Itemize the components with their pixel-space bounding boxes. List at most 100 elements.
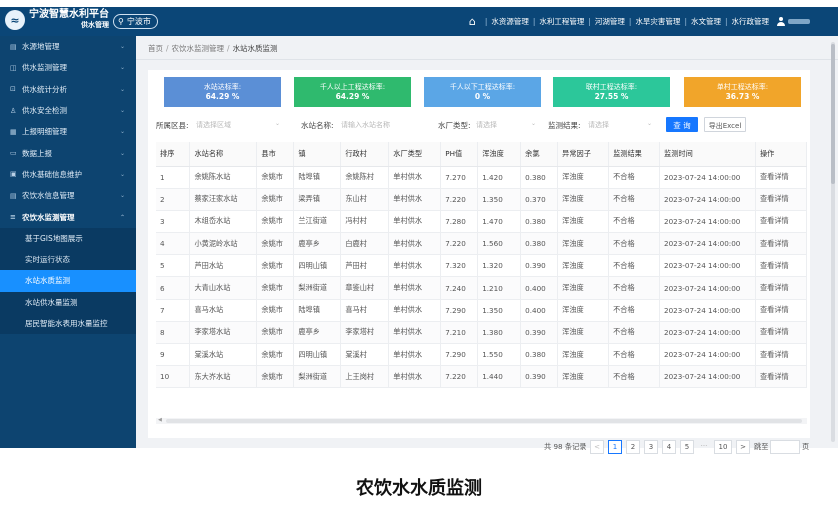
result-select[interactable]: 请选择 ⌄ <box>584 117 656 132</box>
column-header[interactable]: 排序 <box>156 142 191 167</box>
view-details-link[interactable]: 查看详情 <box>755 321 808 345</box>
city-selector[interactable]: ⚲ 宁波市 <box>113 14 158 29</box>
breadcrumb-home[interactable]: 首页 <box>148 44 163 53</box>
column-header[interactable]: PH值 <box>440 142 479 167</box>
column-header[interactable]: 镇 <box>293 142 342 167</box>
table-cell: 李家塔村 <box>340 321 390 345</box>
goto-page-input[interactable] <box>770 440 800 454</box>
table-cell: 芦田水站 <box>189 254 258 278</box>
view-details-link[interactable]: 查看详情 <box>755 188 808 211</box>
content-card: 水站达标率: 64.29 % 千人以上工程达标率: 64.29 % 千人以下工程… <box>148 70 810 454</box>
horizontal-scrollbar-thumb[interactable] <box>166 419 802 423</box>
figure-caption: 农饮水水质监测 <box>356 478 482 499</box>
column-header[interactable]: 县市 <box>256 142 295 167</box>
sidebar-item-rural-water-info[interactable]: ▤ 农饮水信息管理 ⌄ <box>0 185 136 206</box>
table-row: 9 棠溪水站 余姚市 四明山镇 棠溪村 单村供水 7.290 1.550 0.380 浑浊度 不合格… <box>156 343 808 367</box>
vertical-scrollbar-thumb[interactable] <box>831 44 835 184</box>
page-button-10[interactable]: 10 <box>714 440 732 454</box>
stat-card-station-rate: 水站达标率: 64.29 % <box>164 77 281 107</box>
sidebar-item-water-source[interactable]: ▤ 水源地管理 ⌄ <box>0 36 136 57</box>
sidebar-item-supply-statistics[interactable]: ⊡ 供水统计分析 ⌄ <box>0 79 136 100</box>
list-icon: ≡ <box>10 213 16 222</box>
export-excel-button[interactable]: 导出Excel <box>704 117 746 132</box>
area-select[interactable]: 请选择区域 ⌄ <box>192 117 284 132</box>
table-cell: 2023-07-24 14:00:00 <box>659 188 756 211</box>
column-header[interactable]: 浑浊度 <box>477 142 522 167</box>
water-icon: ▤ <box>10 191 17 200</box>
sidebar-subitem-gis-map[interactable]: 基于GIS地图展示 <box>0 227 136 249</box>
sidebar-item-data-upload[interactable]: ▭ 数据上报 ⌄ <box>0 142 136 163</box>
table-cell: 木组岙水站 <box>189 210 258 234</box>
station-name-input[interactable]: 请输入水站名称 <box>337 117 427 132</box>
page-button-5[interactable]: 5 <box>680 440 694 454</box>
view-details-link[interactable]: 查看详情 <box>755 232 808 256</box>
view-details-link[interactable]: 查看详情 <box>755 254 808 278</box>
nav-item-hydrology[interactable]: 水文管理 <box>691 16 721 27</box>
column-header[interactable]: 行政村 <box>340 142 390 167</box>
sidebar-subitem-smart-meter[interactable]: 居民智能水表用水量监控 <box>0 312 136 335</box>
nav-item-rivers-lakes[interactable]: 河湖管理 <box>595 16 625 27</box>
view-details-link[interactable]: 查看详情 <box>755 343 808 367</box>
nav-item-flood-drought[interactable]: 水旱灾害管理 <box>635 16 680 27</box>
nav-divider: | <box>484 17 488 26</box>
table-cell: 7.240 <box>440 276 479 300</box>
result-cell: 不合格 <box>608 188 660 211</box>
sidebar-subitem-realtime-status[interactable]: 实时运行状态 <box>0 248 136 271</box>
sidebar-item-label: 农饮水监测管理 <box>22 212 75 222</box>
column-header[interactable]: 监测时间 <box>659 142 756 167</box>
table-cell: 四明山镇 <box>293 343 342 367</box>
table-cell: 0.380 <box>520 343 559 367</box>
view-details-link[interactable]: 查看详情 <box>755 365 808 389</box>
sidebar-item-basic-info[interactable]: ▣ 供水基础信息维护 ⌄ <box>0 164 136 185</box>
page-button-4[interactable]: 4 <box>662 440 676 454</box>
page-button-2[interactable]: 2 <box>626 440 640 454</box>
column-header[interactable]: 监测结果 <box>608 142 660 167</box>
chevron-down-icon: ⌄ <box>119 192 125 200</box>
sidebar-item-report-details[interactable]: ▦ 上报明细管理 ⌄ <box>0 121 136 142</box>
column-header[interactable]: 余氯 <box>520 142 559 167</box>
stats-row: 水站达标率: 64.29 % 千人以上工程达标率: 64.29 % 千人以下工程… <box>164 77 804 107</box>
page-button-1[interactable]: 1 <box>608 440 622 454</box>
breadcrumb-section[interactable]: 农饮水监测管理 <box>172 44 225 53</box>
query-button[interactable]: 查 询 <box>666 117 698 132</box>
result-cell: 不合格 <box>608 210 660 234</box>
prev-page-button[interactable]: < <box>590 440 604 454</box>
page-ellipsis[interactable]: ··· <box>697 440 711 454</box>
column-header[interactable]: 操作 <box>755 142 808 167</box>
column-header[interactable]: 异常因子 <box>557 142 610 167</box>
page-button-3[interactable]: 3 <box>644 440 658 454</box>
next-page-button[interactable]: > <box>736 440 750 454</box>
view-details-link[interactable]: 查看详情 <box>755 166 808 189</box>
nav-item-water-administration[interactable]: 水行政管理 <box>732 16 770 27</box>
location-pin-icon: ⚲ <box>118 17 124 26</box>
chevron-down-icon: ⌄ <box>119 149 125 157</box>
view-details-link[interactable]: 查看详情 <box>755 299 808 322</box>
sidebar-item-supply-monitoring[interactable]: ◫ 供水监测管理 ⌄ <box>0 57 136 78</box>
chevron-down-icon: ⌄ <box>646 120 652 127</box>
sidebar-item-rural-water-monitoring[interactable]: ≡ 农饮水监测管理 ⌃ <box>0 206 136 227</box>
scroll-left-icon[interactable]: ◀ <box>158 417 162 423</box>
sidebar-subitem-supply-volume[interactable]: 水站供水量监测 <box>0 291 136 313</box>
result-cell: 不合格 <box>608 321 660 345</box>
plant-type-select[interactable]: 请选择 ⌄ <box>472 117 540 132</box>
view-details-link[interactable]: 查看详情 <box>755 276 808 300</box>
table-cell: 冯村村 <box>340 210 390 234</box>
brand[interactable]: ≈ 宁波智慧水利平台 供水管理 <box>5 9 109 31</box>
sidebar-subitem-water-quality[interactable]: 水站水质监测 <box>0 270 136 292</box>
nav-item-water-resources[interactable]: 水资源管理 <box>491 16 529 27</box>
view-details-link[interactable]: 查看详情 <box>755 210 808 234</box>
nav-item-water-projects[interactable]: 水利工程管理 <box>539 16 584 27</box>
user-menu[interactable] <box>777 17 810 26</box>
column-header[interactable]: 水厂类型 <box>388 142 442 167</box>
sidebar-item-supply-safety[interactable]: ♙ 供水安全检测 ⌄ <box>0 100 136 121</box>
sidebar-item-label: 供水监测管理 <box>22 63 67 73</box>
nav-divider: | <box>724 17 728 26</box>
table-cell: 单村供水 <box>388 188 442 211</box>
stat-value: 36.73 % <box>725 92 760 101</box>
column-header[interactable]: 水站名称 <box>189 142 258 167</box>
table-cell: 2023-07-24 14:00:00 <box>659 299 756 322</box>
home-icon[interactable]: ⌂ <box>469 15 476 28</box>
horizontal-scrollbar[interactable]: ◀ <box>156 417 807 424</box>
table-cell: 兰江街道 <box>293 210 342 234</box>
vertical-scrollbar[interactable] <box>831 42 835 442</box>
